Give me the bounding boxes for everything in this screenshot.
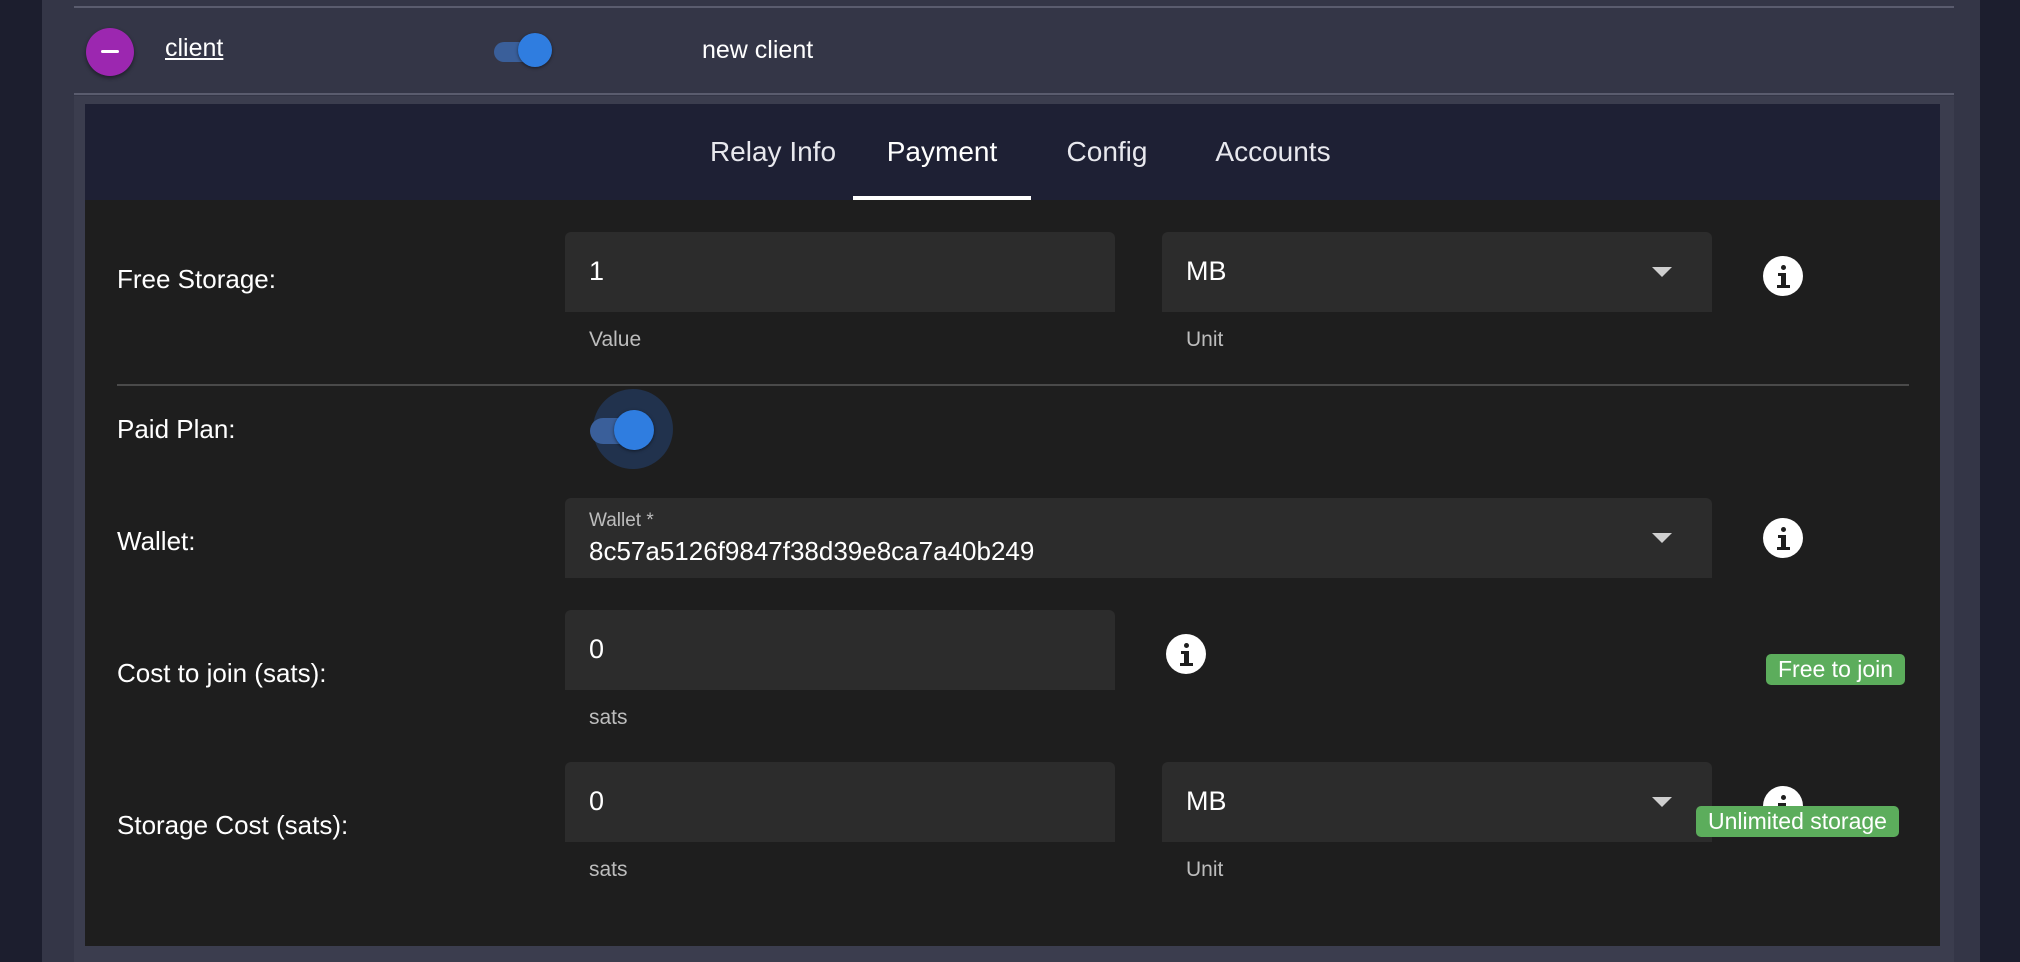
toggle-thumb [518, 33, 552, 67]
free-storage-unit: MB [1186, 256, 1227, 286]
caret-down-icon [1652, 267, 1672, 277]
storage-cost-unit-hint: Unit [1186, 858, 1224, 881]
active-tab-indicator [853, 196, 1031, 200]
client-row: client new client [74, 8, 1954, 94]
paid-plan-label: Paid Plan: [117, 414, 236, 444]
free-storage-value-hint: Value [589, 328, 642, 351]
wallet-select[interactable]: Wallet * 8c57a5126f9847f38d39e8ca7a40b24… [565, 498, 1712, 578]
client-row-divider [74, 93, 1954, 95]
info-icon[interactable] [1166, 634, 1206, 674]
storage-cost-hint: sats [589, 858, 628, 881]
cost-to-join-value: 0 [589, 634, 605, 664]
free-storage-unit-select[interactable]: MB [1162, 232, 1712, 312]
cost-to-join-label: Cost to join (sats): [117, 658, 327, 688]
storage-cost-unit: MB [1186, 786, 1227, 816]
info-icon[interactable] [1763, 256, 1803, 296]
toggle-thumb [614, 410, 654, 450]
free-storage-unit-hint: Unit [1186, 328, 1224, 351]
tab-relay-info[interactable]: Relay Info [685, 104, 861, 200]
tab-config[interactable]: Config [1037, 104, 1177, 200]
minus-icon [101, 50, 119, 53]
wallet-label: Wallet: [117, 526, 196, 556]
info-icon[interactable] [1763, 518, 1803, 558]
payment-card: Relay Info Payment Config Accounts Free … [85, 104, 1940, 946]
caret-down-icon [1652, 533, 1672, 543]
wallet-value: 8c57a5126f9847f38d39e8ca7a40b249 [589, 536, 1035, 566]
client-enabled-toggle[interactable] [494, 33, 552, 67]
remove-client-button[interactable] [86, 28, 134, 76]
caret-down-icon [1652, 797, 1672, 807]
tab-accounts[interactable]: Accounts [1195, 104, 1351, 200]
free-storage-value-input[interactable]: 1 [565, 232, 1115, 312]
storage-cost-unit-select[interactable]: MB [1162, 762, 1712, 842]
tabs-bar: Relay Info Payment Config Accounts [85, 104, 1940, 200]
storage-cost-label: Storage Cost (sats): [117, 810, 349, 840]
client-name-link[interactable]: client [165, 34, 223, 63]
section-divider [117, 384, 1909, 386]
tab-payment[interactable]: Payment [853, 104, 1031, 200]
storage-cost-input[interactable]: 0 [565, 762, 1115, 842]
cost-to-join-input[interactable]: 0 [565, 610, 1115, 690]
cost-to-join-hint: sats [589, 706, 628, 729]
client-description: new client [702, 36, 814, 64]
storage-cost-value: 0 [589, 786, 605, 816]
free-storage-label: Free Storage: [117, 264, 276, 294]
free-storage-value: 1 [589, 256, 605, 286]
paid-plan-toggle[interactable] [590, 386, 680, 476]
free-to-join-badge: Free to join [1766, 654, 1906, 685]
unlimited-storage-badge: Unlimited storage [1696, 806, 1899, 837]
wallet-field-label: Wallet * [589, 510, 654, 531]
